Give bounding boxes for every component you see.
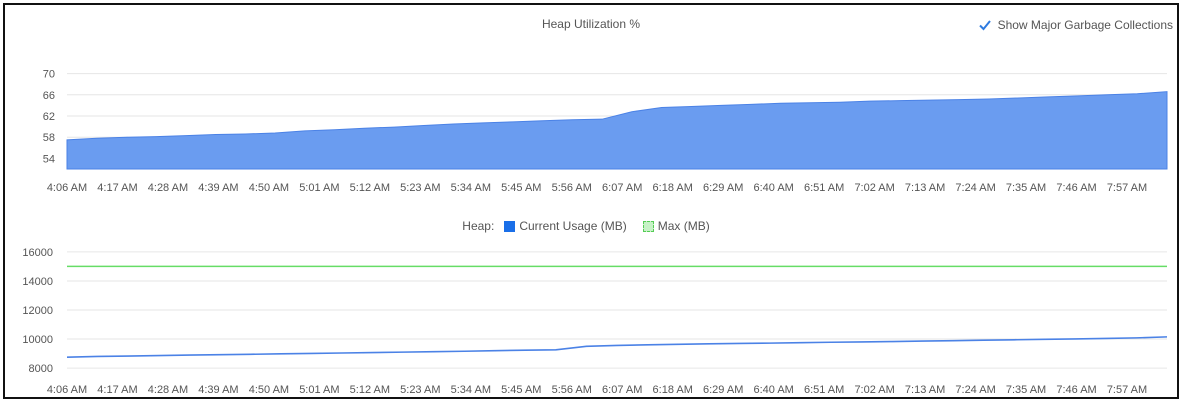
x-tick-label: 5:12 AM	[350, 384, 390, 396]
legend-item-max[interactable]: Max (MB)	[642, 219, 710, 233]
x-tick-label: 7:46 AM	[1056, 182, 1096, 194]
x-tick-label: 7:35 AM	[1006, 182, 1046, 194]
x-tick-label: 4:28 AM	[148, 384, 188, 396]
heap-memory-chart: 8000 10000 12000 14000 16000 4:06 AM 4:17 AM 4:…	[22, 247, 1168, 396]
y-tick-label: 62	[43, 111, 55, 123]
x-tick-label: 5:56 AM	[552, 182, 592, 194]
heap-chart-panel: Heap Utilization % Show Major Garbage Co…	[3, 3, 1179, 399]
y-tick-label: 12000	[22, 305, 53, 317]
x-tick-label: 7:24 AM	[955, 384, 995, 396]
x-tick-label: 4:17 AM	[97, 182, 137, 194]
x-tick-label: 7:13 AM	[905, 384, 945, 396]
heap-utilization-area	[66, 91, 1168, 170]
heap-legend: Heap: Current Usage (MB) Max (MB)	[5, 219, 1177, 233]
y-tick-label: 54	[43, 153, 55, 165]
x-tick-label: 4:28 AM	[148, 182, 188, 194]
x-tick-label: 6:18 AM	[653, 384, 693, 396]
x-tick-label: 7:35 AM	[1006, 384, 1046, 396]
legend-label-max: Max (MB)	[657, 219, 710, 233]
x-tick-label: 4:06 AM	[47, 182, 87, 194]
current-usage-line	[66, 336, 1168, 359]
x-tick-label: 4:39 AM	[198, 384, 238, 396]
legend-swatch-current	[504, 220, 516, 232]
x-tick-label: 4:17 AM	[97, 384, 137, 396]
legend-label-current: Current Usage (MB)	[519, 219, 627, 233]
x-tick-label: 6:29 AM	[703, 182, 743, 194]
x-tick-label: 5:23 AM	[400, 182, 440, 194]
x-tick-label: 6:18 AM	[653, 182, 693, 194]
x-tick-label: 6:51 AM	[804, 182, 844, 194]
x-tick-label: 4:50 AM	[249, 182, 289, 194]
y-tick-label: 70	[43, 69, 55, 81]
x-tick-label: 4:06 AM	[47, 384, 87, 396]
x-tick-label: 7:24 AM	[955, 182, 995, 194]
x-tick-label: 6:51 AM	[804, 384, 844, 396]
x-tick-label: 5:45 AM	[501, 384, 541, 396]
x-tick-label: 5:56 AM	[552, 384, 592, 396]
x-tick-label: 5:01 AM	[299, 182, 339, 194]
x-tick-label: 5:34 AM	[451, 384, 491, 396]
x-tick-label: 7:57 AM	[1107, 182, 1147, 194]
y-tick-label: 66	[43, 90, 55, 102]
heap-utilization-chart: 54 58 62 66 70 4:06 AM 4:17 AM 4:28 AM 4:39 AM 4:…	[43, 69, 1168, 194]
legend-item-current[interactable]: Current Usage (MB)	[504, 219, 627, 233]
x-tick-label: 5:12 AM	[350, 182, 390, 194]
x-tick-label: 5:01 AM	[299, 384, 339, 396]
x-tick-label: 6:29 AM	[703, 384, 743, 396]
x-tick-label: 7:13 AM	[905, 182, 945, 194]
x-tick-label: 6:40 AM	[753, 384, 793, 396]
x-tick-label: 4:50 AM	[249, 384, 289, 396]
x-tick-label: 5:45 AM	[501, 182, 541, 194]
x-tick-label: 7:57 AM	[1107, 384, 1147, 396]
x-tick-label: 6:40 AM	[753, 182, 793, 194]
y-tick-label: 14000	[22, 276, 53, 288]
x-tick-label: 5:34 AM	[451, 182, 491, 194]
legend-prefix: Heap:	[462, 219, 495, 233]
y-tick-label: 16000	[22, 247, 53, 259]
legend-swatch-max	[642, 220, 654, 232]
x-tick-label: 4:39 AM	[198, 182, 238, 194]
y-tick-label: 8000	[29, 363, 53, 375]
x-tick-label: 6:07 AM	[602, 182, 642, 194]
x-tick-label: 7:02 AM	[854, 182, 894, 194]
y-tick-label: 58	[43, 132, 55, 144]
x-tick-label: 7:02 AM	[854, 384, 894, 396]
x-tick-label: 6:07 AM	[602, 384, 642, 396]
y-tick-label: 10000	[22, 334, 53, 346]
x-tick-label: 5:23 AM	[400, 384, 440, 396]
x-tick-label: 7:46 AM	[1056, 384, 1096, 396]
